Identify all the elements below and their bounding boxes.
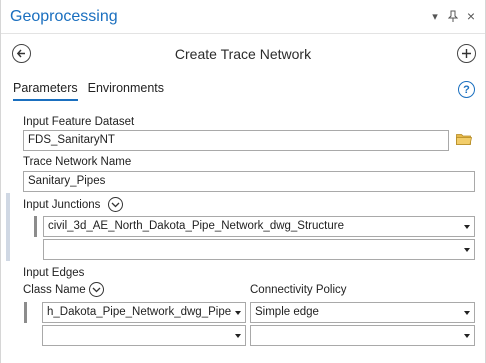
input-edges-label: Input Edges (23, 267, 85, 279)
dropdown-arrow-icon (464, 225, 470, 229)
plus-icon (462, 49, 471, 58)
input-feature-dataset-label: Input Feature Dataset (23, 116, 135, 128)
dropdown-arrow-icon (464, 311, 470, 315)
edge-policy-dropdown-1-value: Simple edge (255, 306, 319, 318)
edge-policy-dropdown-2[interactable] (250, 325, 475, 346)
edges-expand-button[interactable] (89, 282, 104, 297)
add-button[interactable] (457, 44, 476, 63)
folder-browse-icon[interactable] (456, 133, 472, 145)
junctions-expand-button[interactable] (108, 197, 123, 212)
pane-controls: ▾ × (429, 8, 477, 24)
dropdown-arrow-icon (235, 311, 241, 315)
dropdown-arrow-icon (235, 334, 241, 338)
edge-policy-dropdown-1[interactable]: Simple edge (250, 302, 475, 323)
junction-row-grip[interactable] (34, 216, 37, 237)
pane-title: Geoprocessing (10, 8, 118, 25)
connectivity-policy-label: Connectivity Policy (250, 284, 347, 296)
input-feature-dataset-field[interactable]: FDS_SanitaryNT (23, 130, 449, 151)
edge-row-grip[interactable] (24, 302, 27, 323)
trace-network-name-field[interactable]: Sanitary_Pipes (23, 171, 475, 192)
tool-title: Create Trace Network (174, 46, 312, 62)
tool-tabs: Parameters Environments (13, 81, 164, 101)
edge-class-dropdown-1-value: h_Dakota_Pipe_Network_dwg_Pipe (47, 306, 232, 318)
dropdown-arrow-icon (464, 248, 470, 252)
pane-menu-icon[interactable]: ▾ (429, 9, 441, 23)
pane-titlebar: Geoprocessing ▾ × (1, 0, 485, 34)
chevron-down-icon (92, 287, 101, 292)
edge-class-dropdown-2[interactable] (42, 325, 246, 346)
chevron-down-icon (111, 202, 120, 207)
help-button[interactable]: ? (458, 81, 475, 98)
junction-dropdown-1[interactable]: civil_3d_AE_North_Dakota_Pipe_Network_dw… (43, 216, 475, 237)
tool-header: Create Trace Network (1, 38, 485, 70)
dropdown-arrow-icon (464, 334, 470, 338)
class-name-label: Class Name (23, 284, 86, 296)
tab-parameters[interactable]: Parameters (13, 81, 78, 101)
geoprocessing-pane: Geoprocessing ▾ × Create Trace Network P… (0, 0, 486, 363)
pin-icon[interactable] (447, 9, 459, 23)
trace-network-name-label: Trace Network Name (23, 156, 132, 168)
tab-environments[interactable]: Environments (88, 81, 164, 101)
close-icon[interactable]: × (465, 8, 477, 24)
junction-dropdown-2[interactable] (43, 239, 475, 260)
junctions-section-indicator (6, 193, 10, 261)
input-junctions-label: Input Junctions (23, 199, 101, 211)
edge-class-dropdown-1[interactable]: h_Dakota_Pipe_Network_dwg_Pipe (42, 302, 246, 323)
junction-dropdown-1-value: civil_3d_AE_North_Dakota_Pipe_Network_dw… (48, 220, 344, 232)
